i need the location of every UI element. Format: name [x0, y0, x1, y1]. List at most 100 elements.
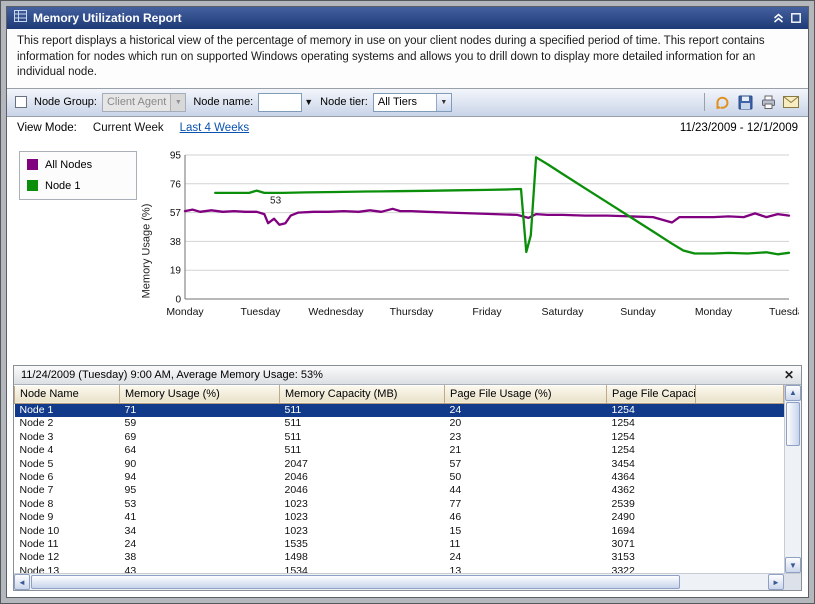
table-row[interactable]: Node 5902047573454	[15, 457, 784, 470]
table-cell-filler	[695, 457, 784, 470]
node-group-select[interactable]: Client Agent ▼	[102, 93, 186, 112]
table-cell: 57	[445, 457, 607, 470]
node-tier-value: All Tiers	[374, 94, 436, 111]
vertical-scrollbar-thumb[interactable]	[786, 402, 800, 446]
table-cell-filler	[695, 484, 784, 497]
table-cell: 13	[445, 564, 607, 573]
table-cell: 21	[445, 444, 607, 457]
table-cell-filler	[695, 430, 784, 443]
maximize-icon[interactable]	[791, 13, 801, 23]
table-cell: Node 8	[15, 497, 120, 510]
scrollbar-corner	[784, 574, 801, 590]
table-cell: 1694	[607, 524, 696, 537]
table-cell: 1498	[280, 551, 445, 564]
table-cell: Node 7	[15, 484, 120, 497]
svg-text:76: 76	[170, 179, 182, 190]
table-cell: 90	[120, 457, 280, 470]
table-row[interactable]: Node 8531023772539	[15, 497, 784, 510]
scroll-left-icon[interactable]: ◄	[14, 574, 30, 590]
node-tier-label: Node tier:	[320, 96, 368, 108]
node-tier-select[interactable]: All Tiers ▼	[373, 93, 452, 112]
table-row[interactable]: Node 13431534133322	[15, 564, 784, 573]
close-icon[interactable]: ✕	[784, 369, 794, 381]
table-cell-filler	[695, 417, 784, 430]
node-name-input[interactable]	[258, 93, 302, 112]
table-cell: 15	[445, 524, 607, 537]
vertical-scrollbar[interactable]: ▲ ▼	[784, 385, 801, 573]
table-cell: 1023	[280, 524, 445, 537]
column-header[interactable]: Page File Capacity (MB)	[607, 385, 696, 403]
svg-text:Saturday: Saturday	[541, 306, 584, 318]
column-header[interactable]: Memory Usage (%)	[120, 385, 280, 403]
table-row[interactable]: Node 11241535113071	[15, 537, 784, 550]
horizontal-scrollbar-track[interactable]	[30, 574, 768, 590]
view-mode-row: View Mode: Current Week Last 4 Weeks 11/…	[7, 117, 808, 139]
all-nodes-swatch	[27, 159, 38, 170]
table-cell: Node 11	[15, 537, 120, 550]
column-header[interactable]: Page File Usage (%)	[445, 385, 607, 403]
svg-text:57: 57	[170, 208, 182, 219]
table-cell: 4362	[607, 484, 696, 497]
view-mode-current-week[interactable]: Current Week	[93, 122, 164, 134]
svg-text:Tuesday: Tuesday	[769, 306, 799, 318]
scroll-right-icon[interactable]: ►	[768, 574, 784, 590]
table-cell: Node 13	[15, 564, 120, 573]
view-mode-label: View Mode:	[17, 122, 77, 134]
node-group-checkbox[interactable]	[15, 96, 27, 108]
table-cell: 23	[445, 430, 607, 443]
svg-text:38: 38	[170, 237, 182, 248]
view-mode-last-4-weeks-link[interactable]: Last 4 Weeks	[180, 122, 249, 134]
table-cell: 1534	[280, 564, 445, 573]
table-row[interactable]: Node 7952046444362	[15, 484, 784, 497]
node-name-dropdown-icon[interactable]: ▼	[304, 97, 313, 107]
table-cell-filler	[695, 470, 784, 483]
table-cell: Node 9	[15, 511, 120, 524]
table-row[interactable]: Node 6942046504364	[15, 470, 784, 483]
svg-text:Monday: Monday	[166, 306, 204, 318]
svg-text:Thursday: Thursday	[390, 306, 435, 318]
window-frame: Memory Utilization Report This report di…	[0, 0, 815, 604]
print-icon[interactable]	[759, 93, 777, 111]
horizontal-scrollbar-row: ◄ ►	[14, 573, 801, 590]
table-row[interactable]: Node 171511241254	[15, 403, 784, 416]
scroll-up-icon[interactable]: ▲	[785, 385, 801, 401]
collapse-panel-icon[interactable]	[773, 13, 784, 24]
table-cell: 1535	[280, 537, 445, 550]
table-cell: 34	[120, 524, 280, 537]
table-row[interactable]: Node 369511231254	[15, 430, 784, 443]
table-row[interactable]: Node 464511211254	[15, 444, 784, 457]
table-row[interactable]: Node 10341023151694	[15, 524, 784, 537]
table-cell: 2539	[607, 497, 696, 510]
node-name-label: Node name:	[193, 96, 253, 108]
horizontal-scrollbar-thumb[interactable]	[31, 575, 680, 589]
table-row[interactable]: Node 12381498243153	[15, 551, 784, 564]
svg-text:53: 53	[270, 195, 282, 206]
table-row[interactable]: Node 9411023462490	[15, 511, 784, 524]
column-header[interactable]: Node Name	[15, 385, 120, 403]
svg-text:Tuesday: Tuesday	[241, 306, 282, 318]
scroll-down-icon[interactable]: ▼	[785, 557, 801, 573]
memory-usage-chart: 01938577695MondayTuesdayWednesdayThursda…	[155, 145, 799, 325]
save-icon[interactable]	[736, 93, 754, 111]
table-cell: 24	[120, 537, 280, 550]
table-cell: 511	[280, 430, 445, 443]
table-cell-filler	[695, 524, 784, 537]
table-row[interactable]: Node 259511201254	[15, 417, 784, 430]
table-cell: 2046	[280, 470, 445, 483]
email-icon[interactable]	[782, 93, 800, 111]
table-cell: 95	[120, 484, 280, 497]
table-cell-filler	[695, 564, 784, 573]
table-cell: 511	[280, 444, 445, 457]
y-axis-label: Memory Usage (%)	[137, 145, 155, 357]
schedule-refresh-icon[interactable]	[713, 93, 731, 111]
vertical-scrollbar-track[interactable]	[785, 401, 801, 557]
table-cell: 24	[445, 551, 607, 564]
table-cell: 4364	[607, 470, 696, 483]
table-cell: Node 10	[15, 524, 120, 537]
table-cell-filler	[695, 537, 784, 550]
legend-label-node-1: Node 1	[45, 180, 80, 192]
horizontal-scrollbar[interactable]: ◄ ►	[14, 574, 784, 590]
column-header[interactable]: Memory Capacity (MB)	[280, 385, 445, 403]
node-table: Node NameMemory Usage (%)Memory Capacity…	[14, 385, 784, 573]
legend-item-node-1: Node 1	[27, 180, 129, 192]
